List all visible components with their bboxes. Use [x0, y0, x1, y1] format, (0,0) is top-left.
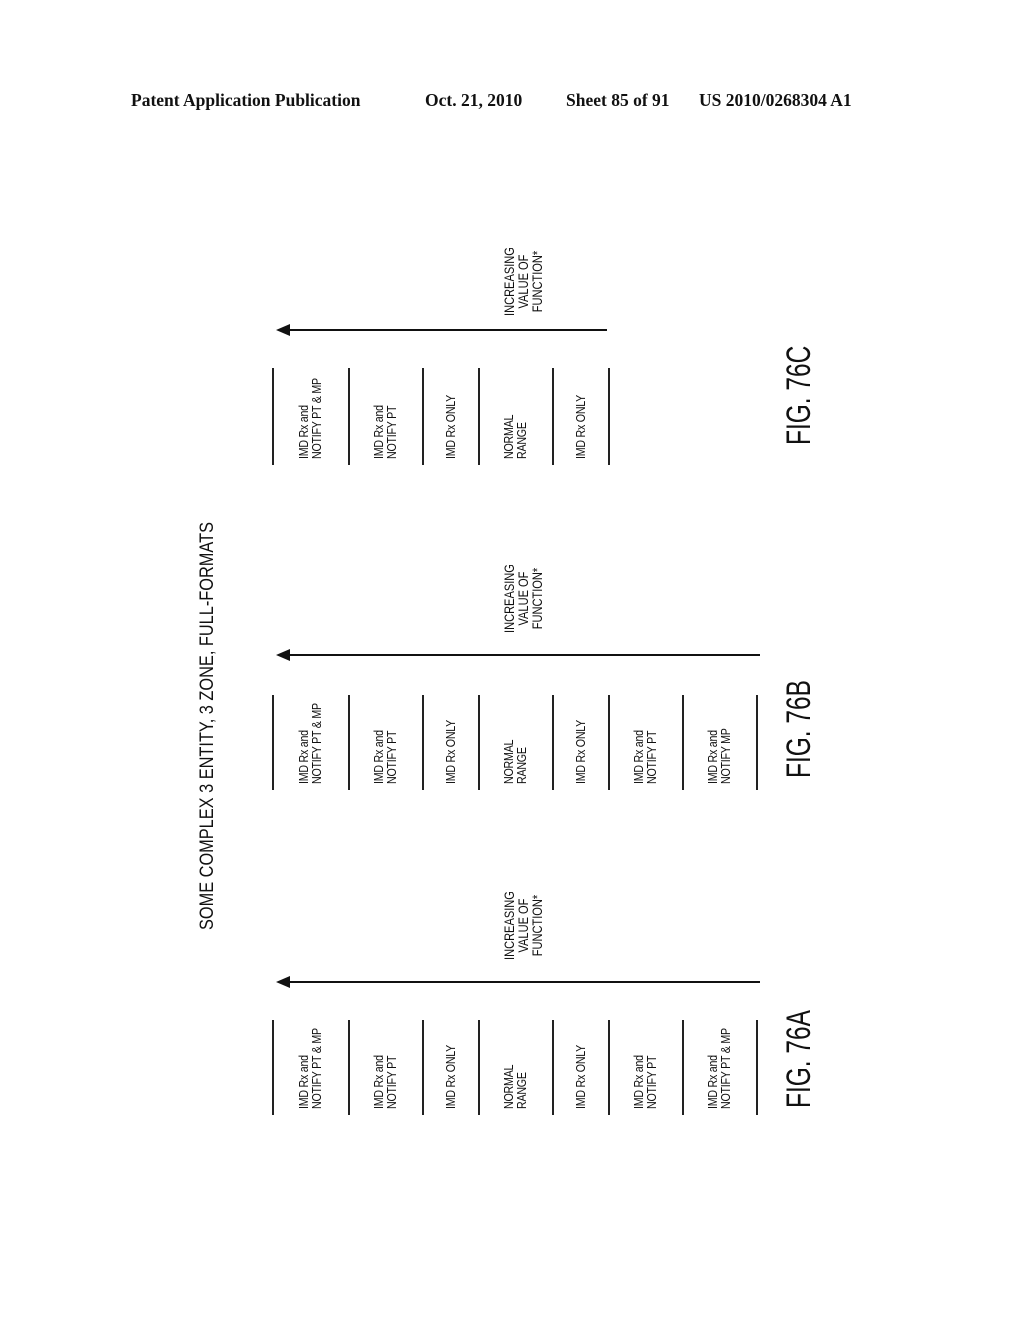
zone-divider — [422, 368, 424, 465]
zone-label: IMD Rx and NOTIFY PT — [371, 1055, 399, 1109]
arrow-label-line: INCREASING — [502, 891, 517, 960]
zone-label: IMD Rx ONLY — [572, 394, 588, 459]
zone-label-line: IMD Rx ONLY — [442, 394, 458, 459]
arrowhead-icon — [276, 324, 290, 336]
arrow-line — [280, 981, 760, 983]
zone-label-line: IMD Rx ONLY — [572, 394, 588, 459]
zone-divider — [608, 1020, 610, 1115]
zone-divider — [478, 368, 480, 465]
zone-label: IMD Rx ONLY — [572, 719, 588, 784]
zone-label-line: NOTIFY PT — [644, 730, 659, 784]
zone-label: NORMAL RANGE — [501, 415, 529, 459]
zone-label: IMD Rx ONLY — [442, 394, 458, 459]
zone-divider — [422, 695, 424, 790]
zone-label-line: NOTIFY PT — [384, 1055, 399, 1109]
arrow-label-line: INCREASING — [502, 247, 517, 316]
arrow-label-line: VALUE OF — [516, 254, 531, 309]
zone-label-line: RANGE — [514, 1072, 529, 1109]
arrow-label-line: VALUE OF — [516, 898, 531, 953]
zone-label: IMD Rx ONLY — [442, 1044, 458, 1109]
zone-label-line: NOTIFY PT & MP — [718, 1028, 733, 1109]
arrowhead-icon — [276, 649, 290, 661]
zone-divider — [682, 695, 684, 790]
zone-divider — [272, 1020, 274, 1115]
zone-label: IMD Rx and NOTIFY PT & MP — [705, 1028, 733, 1109]
zone-divider — [272, 368, 274, 465]
zone-label-line: RANGE — [514, 747, 529, 784]
arrow-label-line: VALUE OF — [516, 571, 531, 626]
zone-label-line: IMD Rx ONLY — [572, 1044, 588, 1109]
zone-divider — [348, 368, 350, 465]
zone-divider — [608, 695, 610, 790]
zone-label: IMD Rx ONLY — [442, 719, 458, 784]
zone-label-line: NOTIFY PT — [644, 1055, 659, 1109]
figure-label: FIG. 76B — [780, 680, 818, 778]
arrow-label: INCREASING VALUE OF FUNCTION* — [502, 247, 545, 316]
header-publication: Patent Application Publication — [131, 90, 361, 110]
zone-label: IMD Rx and NOTIFY PT & MP — [296, 1028, 324, 1109]
zone-label: IMD Rx and NOTIFY PT — [631, 1055, 659, 1109]
zone-divider — [552, 368, 554, 465]
zone-label: IMD Rx ONLY — [572, 1044, 588, 1109]
zone-divider — [348, 695, 350, 790]
zone-divider — [422, 1020, 424, 1115]
zone-divider — [272, 695, 274, 790]
zone-label-line: RANGE — [514, 422, 529, 459]
zone-divider — [756, 695, 758, 790]
figure-label: FIG. 76A — [780, 1010, 818, 1108]
arrow-label-line: FUNCTION* — [530, 250, 545, 313]
arrow-label: INCREASING VALUE OF FUNCTION* — [502, 564, 545, 633]
zone-label-line: NOTIFY MP — [718, 728, 733, 784]
arrow-label-line: FUNCTION* — [530, 567, 545, 630]
zone-label-line: IMD Rx ONLY — [572, 719, 588, 784]
zone-divider — [756, 1020, 758, 1115]
zone-label: IMD Rx and NOTIFY PT & MP — [296, 703, 324, 784]
arrow-label-line: FUNCTION* — [530, 894, 545, 957]
zone-divider — [348, 1020, 350, 1115]
header-sheet: Sheet 85 of 91 — [566, 90, 670, 110]
figure-label: FIG. 76C — [780, 345, 818, 445]
header-number: US 2010/0268304 A1 — [699, 90, 852, 110]
zone-divider — [682, 1020, 684, 1115]
zone-label: IMD Rx and NOTIFY MP — [705, 728, 733, 784]
zone-divider — [478, 1020, 480, 1115]
zone-label-line: IMD Rx ONLY — [442, 1044, 458, 1109]
zone-label-line: NOTIFY PT & MP — [309, 1028, 324, 1109]
zone-label-line: IMD Rx ONLY — [442, 719, 458, 784]
zone-label: IMD Rx and NOTIFY PT & MP — [296, 378, 324, 459]
zone-label-line: NOTIFY PT & MP — [309, 378, 324, 459]
zone-divider — [608, 368, 610, 465]
header-date: Oct. 21, 2010 — [425, 90, 523, 110]
zone-divider — [478, 695, 480, 790]
zone-label-line: NOTIFY PT — [384, 405, 399, 459]
zone-label-line: NOTIFY PT & MP — [309, 703, 324, 784]
arrow-line — [280, 654, 760, 656]
arrow-label-line: INCREASING — [502, 564, 517, 633]
zone-label: IMD Rx and NOTIFY PT — [371, 730, 399, 784]
figure-title: SOME COMPLEX 3 ENTITY, 3 ZONE, FULL-FORM… — [197, 522, 218, 930]
zone-label: NORMAL RANGE — [501, 740, 529, 784]
zone-label: NORMAL RANGE — [501, 1065, 529, 1109]
arrow-line — [280, 329, 607, 331]
arrowhead-icon — [276, 976, 290, 988]
zone-divider — [552, 1020, 554, 1115]
zone-label-line: NOTIFY PT — [384, 730, 399, 784]
zone-label: IMD Rx and NOTIFY PT — [631, 730, 659, 784]
arrow-label: INCREASING VALUE OF FUNCTION* — [502, 891, 545, 960]
zone-divider — [552, 695, 554, 790]
zone-label: IMD Rx and NOTIFY PT — [371, 405, 399, 459]
